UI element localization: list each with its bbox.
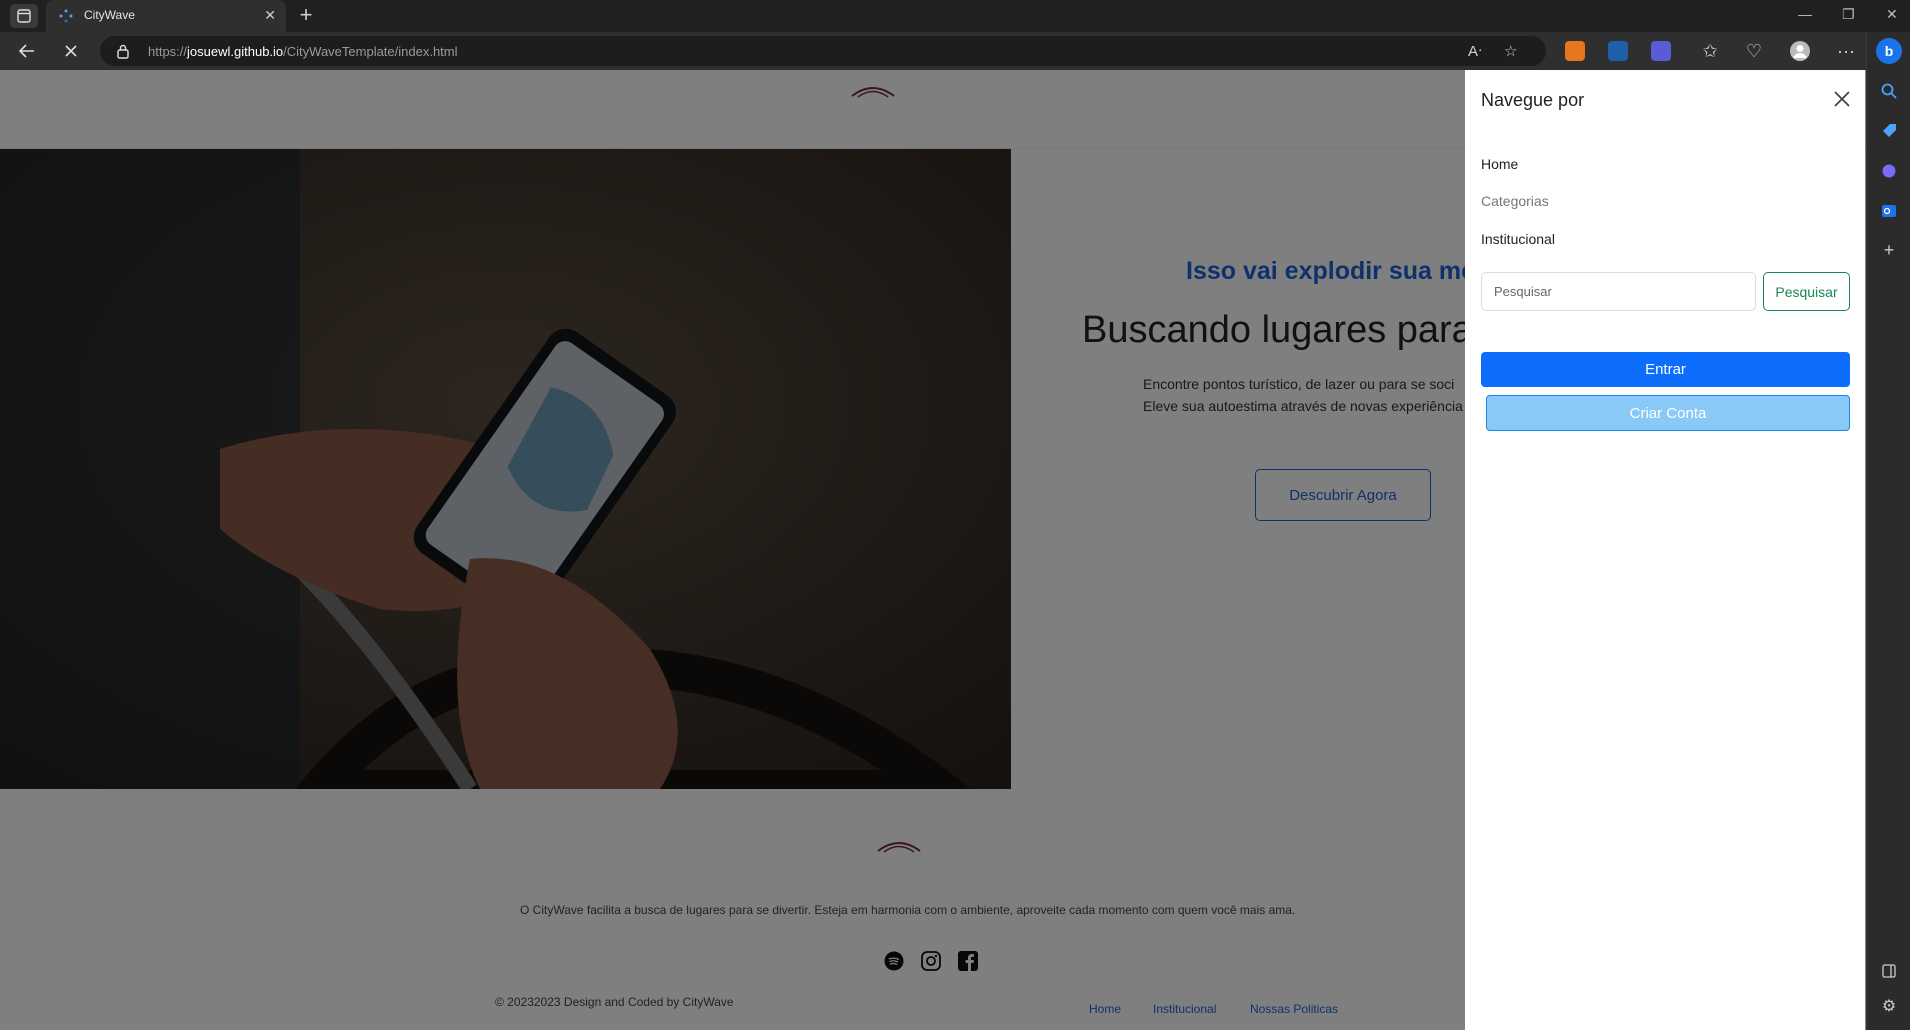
tools-icon[interactable] xyxy=(1878,160,1900,182)
url-text: https://josuewl.github.io/CityWaveTempla… xyxy=(148,44,458,59)
back-button[interactable] xyxy=(14,39,40,63)
search-button[interactable]: Pesquisar xyxy=(1763,272,1850,311)
nav-link-home[interactable]: Home xyxy=(1481,156,1518,172)
restore-icon[interactable]: ❐ xyxy=(1842,6,1855,23)
metamask-extension-icon[interactable] xyxy=(1565,41,1585,61)
lock-icon xyxy=(117,44,129,59)
browser-toolbar: https://josuewl.github.io/CityWaveTempla… xyxy=(0,32,1910,70)
favorites-icon: ✩ xyxy=(1702,40,1718,61)
gear-icon[interactable]: ⚙ xyxy=(1878,995,1900,1017)
shield-extension-icon[interactable] xyxy=(1608,41,1628,61)
offcanvas-menu: Navegue por Home Categorias Instituciona… xyxy=(1465,70,1865,1030)
favorites-button[interactable]: ✩ xyxy=(1697,39,1723,63)
read-aloud-icon[interactable]: Aᐧ xyxy=(1468,42,1482,60)
new-tab-button[interactable]: + xyxy=(292,3,320,27)
minimize-icon[interactable]: — xyxy=(1798,6,1812,22)
add-icon[interactable]: + xyxy=(1878,239,1900,261)
signup-button[interactable]: Criar Conta xyxy=(1486,395,1850,431)
heart-pulse-icon: ♡ xyxy=(1745,40,1763,61)
loading-spinner-icon xyxy=(59,9,73,23)
close-icon[interactable] xyxy=(1831,88,1853,110)
settings-more-button[interactable]: ··· xyxy=(1833,39,1859,63)
more-dots-icon: ··· xyxy=(1837,40,1855,61)
tab-actions-button[interactable] xyxy=(10,4,38,28)
browser-tab[interactable]: CityWave ✕ xyxy=(46,0,286,32)
profile-button[interactable] xyxy=(1787,39,1813,63)
close-window-icon[interactable]: ✕ xyxy=(1886,6,1898,23)
nav-link-categorias[interactable]: Categorias xyxy=(1481,193,1549,209)
bing-copilot-icon[interactable]: b xyxy=(1876,38,1902,64)
search-icon[interactable] xyxy=(1878,80,1900,102)
browser-essentials-button[interactable]: ♡ xyxy=(1741,39,1767,63)
tab-actions-icon xyxy=(17,9,31,23)
nav-link-institucional[interactable]: Institucional xyxy=(1481,231,1555,247)
offcanvas-title: Navegue por xyxy=(1481,90,1585,110)
tab-strip: CityWave ✕ + — ❐ ✕ xyxy=(0,0,1910,32)
outlook-icon[interactable] xyxy=(1878,200,1900,222)
stop-loading-button[interactable] xyxy=(58,39,84,63)
avatar-icon xyxy=(1790,41,1810,61)
tab-title: CityWave xyxy=(84,8,135,22)
favorite-star-icon[interactable]: ☆ xyxy=(1504,42,1517,60)
arrow-left-icon xyxy=(18,44,34,58)
shopping-icon[interactable] xyxy=(1878,120,1900,142)
page-viewport: Isso vai explodir sua me Buscando lugare… xyxy=(0,70,1866,1030)
address-bar[interactable]: https://josuewl.github.io/CityWaveTempla… xyxy=(100,36,1546,66)
stop-icon xyxy=(65,45,77,57)
tab-close-icon[interactable]: ✕ xyxy=(264,7,276,24)
search-input[interactable] xyxy=(1481,272,1756,311)
login-button[interactable]: Entrar xyxy=(1481,352,1850,387)
hide-sidebar-icon[interactable] xyxy=(1878,960,1900,982)
edge-sidebar: b + ⚙ xyxy=(1866,32,1910,1030)
copilot-extension-icon[interactable] xyxy=(1651,41,1671,61)
